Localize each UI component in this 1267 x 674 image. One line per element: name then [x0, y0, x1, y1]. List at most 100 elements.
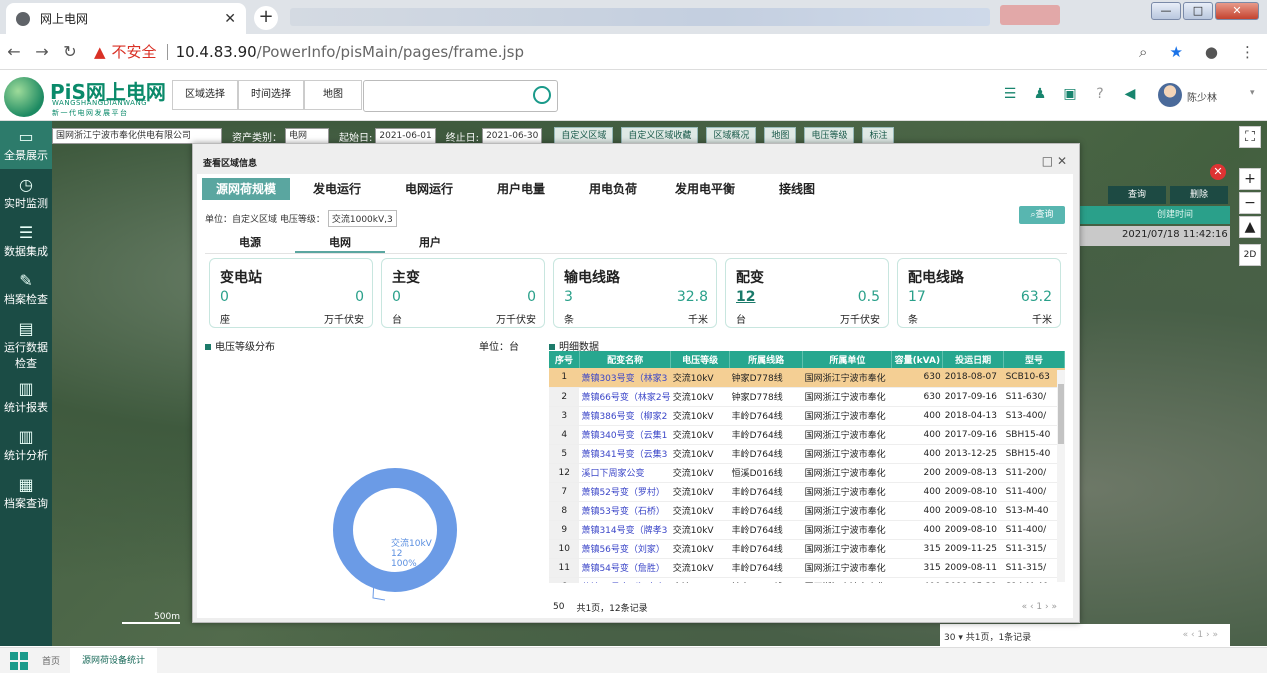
row-name[interactable]: 萧镇303号变（林家3 — [579, 368, 671, 388]
zoom-out-button[interactable]: − — [1239, 192, 1261, 214]
sidebar-item-data[interactable]: ☰ 数据集成 — [0, 217, 52, 265]
account-icon[interactable]: ● — [1205, 43, 1218, 61]
col-name[interactable]: 配变名称 — [579, 351, 672, 368]
query-button[interactable]: 查询 — [1108, 186, 1166, 204]
close-icon[interactable]: ✕ — [1210, 164, 1226, 180]
help-icon[interactable]: ? — [1092, 86, 1108, 102]
tab-scale[interactable]: 源网荷规模 — [202, 178, 290, 200]
maximize-button[interactable]: □ — [1183, 2, 1213, 20]
tab-load[interactable]: 用电负荷 — [568, 178, 658, 200]
table-row[interactable]: 1 萧镇303号变（林家3 交流10kV 钟家D778线 国网浙江宁波市奉化 630 201… — [549, 368, 1065, 388]
maximize-icon[interactable]: □ — [1042, 154, 1053, 168]
voltage-select[interactable]: 交流1000kV,3 — [327, 210, 397, 227]
page-nav[interactable]: « ‹ 1 › » — [1022, 602, 1057, 612]
row-name[interactable]: 萧镇66号变（林家2号 — [579, 387, 671, 407]
table-row[interactable]: 10 萧镇56号变（刘家） 交流10kV 丰岭D764线 国网浙江宁波市奉化 315 200… — [549, 539, 1065, 559]
close-icon[interactable]: ✕ — [224, 11, 236, 27]
sidebar-item-run-check[interactable]: ▤ 运行数据检查 — [0, 313, 52, 373]
page-size-select[interactable]: 30 — [944, 633, 955, 643]
tab-balance[interactable]: 发用电平衡 — [660, 178, 750, 200]
tab-grid-run[interactable]: 电网运行 — [384, 178, 474, 200]
tab-wiring[interactable]: 接线图 — [752, 178, 842, 200]
search-icon[interactable] — [533, 86, 551, 104]
page-nav[interactable]: « ‹ 1 › » — [1183, 630, 1218, 640]
chevron-down-icon[interactable]: ▾ — [1250, 88, 1255, 98]
page-size-select[interactable]: 50 — [553, 602, 564, 612]
speaker-icon[interactable]: ◀ — [1122, 86, 1138, 102]
sidebar-item-analysis[interactable]: ▥ 统计分析 — [0, 421, 52, 469]
url-field[interactable]: ▲ 不安全 10.4.83.90 /PowerInfo/pisMain/page… — [94, 41, 524, 62]
delete-button[interactable]: 删除 — [1170, 186, 1228, 204]
user-name[interactable]: 陈少林 — [1187, 89, 1217, 104]
card-count-link[interactable]: 12 — [736, 289, 755, 305]
zoom-icon[interactable]: ⌕ — [1139, 43, 1147, 61]
col-date[interactable]: 投运日期 — [942, 351, 1005, 368]
reload-icon[interactable]: ↻ — [56, 42, 84, 61]
apps-grid-icon[interactable] — [10, 651, 28, 670]
back-arrow-icon[interactable]: ← — [0, 42, 28, 61]
table-row[interactable]: 5 萧镇341号变（云集3 交流10kV 丰岭D764线 国网浙江宁波市奉化 400 201… — [549, 444, 1065, 464]
star-icon[interactable]: ★ — [1169, 43, 1182, 61]
header-search-input[interactable] — [363, 80, 558, 112]
asset-select[interactable]: 电网 — [285, 128, 329, 144]
start-date-input[interactable]: 2021-06-01 — [375, 128, 436, 144]
row-name[interactable]: 溪口下周家公变 — [579, 463, 671, 483]
minimize-button[interactable]: — — [1151, 2, 1181, 20]
table-scrollbar[interactable] — [1057, 370, 1065, 582]
col-unit[interactable]: 所属单位 — [802, 351, 893, 368]
subtab-source[interactable]: 电源 — [205, 232, 295, 253]
row-name[interactable]: 萧镇54号变（詹胜） — [579, 558, 671, 578]
row-name[interactable]: 萧镇314号变（牌孝3 — [579, 520, 671, 540]
table-row[interactable]: 7 萧镇52号变（罗村） 交流10kV 丰岭D764线 国网浙江宁波市奉化 400 2009… — [549, 482, 1065, 502]
time-select-button[interactable]: 时间选择 — [238, 80, 304, 110]
table-row[interactable]: 6萧镇57号变（江南之交流10kV钟家D778线国网浙江宁波市奉化4002019… — [549, 577, 1065, 583]
people-icon[interactable]: ♟ — [1032, 86, 1048, 102]
tab-generation[interactable]: 发电运行 — [292, 178, 382, 200]
company-select[interactable]: 国网浙江宁波市奉化供电有限公司 — [52, 128, 222, 144]
sidebar-item-reports[interactable]: ▥ 统计报表 — [0, 373, 52, 421]
sidebar-item-overview[interactable]: ▭ 全景展示 — [0, 121, 52, 169]
avatar[interactable] — [1158, 83, 1182, 107]
home-tab[interactable]: 首页 — [42, 654, 60, 667]
new-tab-button[interactable]: + — [254, 6, 278, 30]
table-row[interactable]: 4 萧镇340号变（云集1 交流10kV 丰岭D764线 国网浙江宁波市奉化 400 201… — [549, 425, 1065, 445]
end-date-input[interactable]: 2021-06-30 — [482, 128, 543, 144]
zoom-in-button[interactable]: + — [1239, 168, 1261, 190]
2d-toggle[interactable]: 2D — [1239, 244, 1261, 266]
tab-user-energy[interactable]: 用户电量 — [476, 178, 566, 200]
table-row[interactable]: 11 萧镇54号变（詹胜） 交流10kV 丰岭D764线 国网浙江宁波市奉化 315 200… — [549, 558, 1065, 578]
sidebar-item-archive-check[interactable]: ✎ 档案检查 — [0, 265, 52, 313]
col-index[interactable]: 序号 — [549, 351, 580, 368]
table-row[interactable]: 3 萧镇386号变（柳家2 交流10kV 丰岭D764线 国网浙江宁波市奉化 400 201… — [549, 406, 1065, 426]
row-name[interactable]: 萧镇56号变（刘家） — [579, 539, 671, 559]
col-voltage[interactable]: 电压等级 — [670, 351, 731, 368]
col-capacity[interactable]: 容量(kVA) — [891, 351, 944, 368]
table-row[interactable]: 9 萧镇314号变（牌孝3 交流10kV 丰岭D764线 国网浙江宁波市奉化 400 200… — [549, 520, 1065, 540]
col-model[interactable]: 型号 — [1003, 351, 1065, 368]
row-name[interactable]: 萧镇341号变（云集3 — [579, 444, 671, 464]
table-row[interactable]: 8 萧镇53号变（石桥） 交流10kV 丰岭D764线 国网浙江宁波市奉化 400 2009… — [549, 501, 1065, 521]
table-row[interactable]: 2 萧镇66号变（林家2号 交流10kV 钟家D778线 国网浙江宁波市奉化 630 201… — [549, 387, 1065, 407]
region-select-button[interactable]: 区域选择 — [172, 80, 238, 110]
map-button[interactable]: 地图 — [304, 80, 362, 110]
col-line[interactable]: 所属线路 — [729, 351, 804, 368]
fullscreen-icon[interactable]: ⛶ — [1239, 126, 1261, 148]
dialog-query-button[interactable]: ⌕查询 — [1019, 206, 1065, 224]
sidebar-item-realtime[interactable]: ◷ 实时监测 — [0, 169, 52, 217]
chevron-down-icon[interactable]: ▾ — [958, 633, 965, 643]
table-row[interactable]: 12 溪口下周家公变 交流10kV 恒溪D016线 国网浙江宁波市奉化 200 2009-0… — [549, 463, 1065, 483]
row-name[interactable]: 萧镇386号变（柳家2 — [579, 406, 671, 426]
subtab-grid[interactable]: 电网 — [295, 232, 385, 253]
row-name[interactable]: 萧镇53号变（石桥） — [579, 501, 671, 521]
browser-tab[interactable]: 网上电网 ✕ — [6, 3, 246, 34]
subtab-user[interactable]: 用户 — [385, 232, 475, 253]
row-name[interactable]: 萧镇340号变（云集1 — [579, 425, 671, 445]
stats-tab[interactable]: 源网荷设备统计 — [70, 647, 158, 674]
contact-icon[interactable]: ▣ — [1062, 86, 1078, 102]
close-icon[interactable]: ✕ — [1057, 154, 1067, 168]
window-close-button[interactable]: ✕ — [1215, 2, 1259, 20]
menu-icon[interactable]: ⋮ — [1240, 43, 1255, 61]
sidebar-item-archive-query[interactable]: ▦ 档案查询 — [0, 469, 52, 517]
compass-icon[interactable]: ▲ — [1239, 216, 1261, 238]
list-icon[interactable]: ☰ — [1002, 86, 1018, 102]
